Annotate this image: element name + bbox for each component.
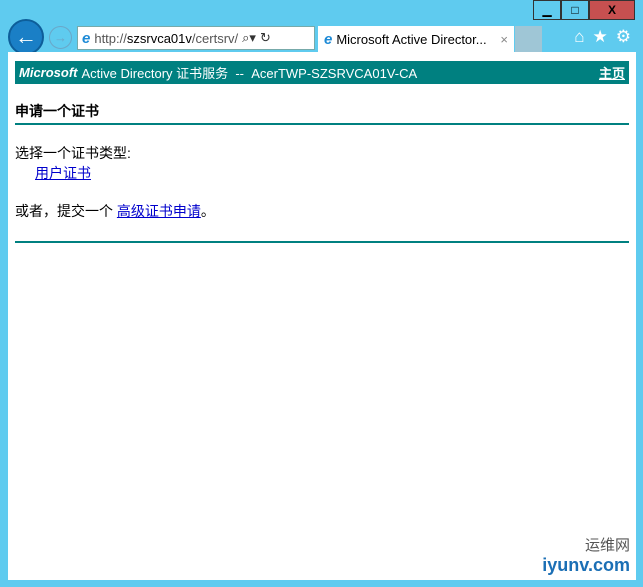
- home-icon[interactable]: ⌂: [574, 27, 584, 47]
- search-icon[interactable]: ⌕▾: [242, 30, 256, 46]
- tab-close-icon[interactable]: ×: [500, 32, 508, 47]
- page-title: 申请一个证书: [15, 101, 629, 125]
- window-controls: ▁ □ X: [533, 0, 635, 20]
- page-content: Microsoft Active Directory 证书服务 -- AcerT…: [8, 52, 636, 580]
- new-tab-button[interactable]: [515, 26, 542, 52]
- brand: Microsoft: [19, 65, 78, 80]
- minimize-button[interactable]: ▁: [533, 0, 561, 20]
- address-bar[interactable]: e http://szsrvca01v/certsrv/ ⌕▾ ↻: [77, 26, 315, 50]
- maximize-button[interactable]: □: [561, 0, 589, 20]
- prompt-text: 选择一个证书类型:: [15, 145, 131, 161]
- advanced-line: 或者，提交一个 高级证书申请。: [15, 203, 215, 219]
- tab-active[interactable]: e Microsoft Active Director... ×: [318, 26, 514, 52]
- refresh-icon[interactable]: ↻: [260, 30, 271, 46]
- ie-icon: e: [82, 29, 91, 47]
- home-link[interactable]: 主页: [599, 63, 625, 82]
- advanced-request-link[interactable]: 高级证书申请: [117, 203, 201, 219]
- watermark-logo: 运维网 iyunv.com: [542, 537, 630, 575]
- divider: [15, 241, 629, 243]
- tab-title: Microsoft Active Director...: [336, 31, 487, 47]
- gear-icon[interactable]: ⚙: [616, 27, 631, 47]
- back-button[interactable]: ←: [8, 19, 44, 55]
- address-text: http://szsrvca01v/certsrv/: [94, 30, 239, 46]
- banner-title: Active Directory 证书服务 -- AcerTWP-SZSRVCA…: [81, 66, 418, 81]
- star-icon[interactable]: ★: [593, 27, 608, 47]
- ie-icon: e: [324, 30, 333, 48]
- toolbar: ⌂ ★ ⚙: [574, 27, 631, 47]
- header-banner: Microsoft Active Directory 证书服务 -- AcerT…: [15, 61, 629, 84]
- forward-button[interactable]: →: [49, 26, 72, 49]
- user-cert-link[interactable]: 用户证书: [35, 165, 91, 181]
- close-button[interactable]: X: [589, 0, 635, 20]
